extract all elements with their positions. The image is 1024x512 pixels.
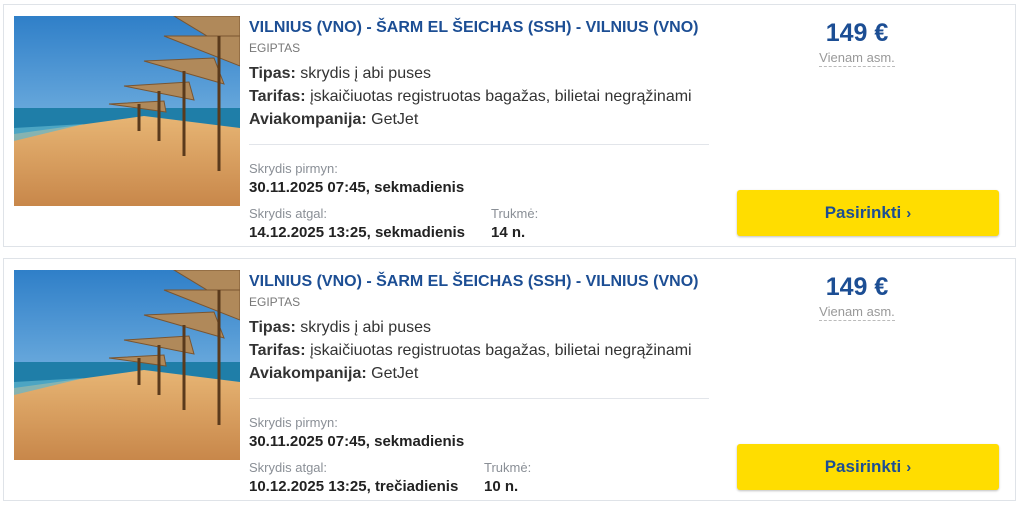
price: 149 € [825, 19, 889, 47]
fare-value: įskaičiuotas registruotas bagažas, bilie… [310, 88, 692, 105]
fare-value: įskaičiuotas registruotas bagažas, bilie… [310, 342, 692, 359]
return-value: 10.12.2025 13:25, trečiadienis [249, 478, 459, 495]
beach-image [14, 16, 240, 206]
fare-row: Tarifas: įskaičiuotas registruotas bagaž… [249, 85, 714, 108]
airline-label: Aviakompanija: [249, 111, 367, 128]
return-value: 14.12.2025 13:25, sekmadienis [249, 224, 465, 241]
outbound-label: Skrydis pirmyn: [249, 415, 338, 430]
airline-row: Aviakompanija: GetJet [249, 362, 714, 385]
outbound-flight: Skrydis pirmyn: 30.11.2025 07:45, sekmad… [249, 414, 464, 452]
offer-card: VILNIUS (VNO) - ŠARM EL ŠEICHAS (SSH) - … [3, 4, 1016, 247]
price: 149 € [825, 273, 889, 301]
airline-row: Aviakompanija: GetJet [249, 108, 714, 131]
return-flight: Skrydis atgal: 10.12.2025 13:25, trečiad… [249, 459, 458, 497]
outbound-label: Skrydis pirmyn: [249, 161, 338, 176]
duration-value: 14 n. [491, 224, 526, 241]
country-label: EGIPTAS [249, 295, 301, 309]
airline-value: GetJet [371, 111, 419, 128]
trip-type-row: Tipas: skrydis į abi puses [249, 62, 714, 85]
select-button-label: Pasirinkti [824, 203, 902, 222]
select-button[interactable]: Pasirinkti › [737, 444, 999, 490]
trip-type-value: skrydis į abi puses [300, 65, 431, 82]
airline-value: GetJet [371, 365, 419, 382]
beach-image [14, 270, 240, 460]
country-label: EGIPTAS [249, 41, 301, 55]
divider [249, 144, 709, 145]
fare-label: Tarifas: [249, 88, 306, 105]
trip-type-value: skrydis į abi puses [300, 319, 431, 336]
trip-duration: Trukmė: 14 n. [491, 205, 538, 243]
chevron-right-icon: › [906, 459, 912, 476]
outbound-value: 30.11.2025 07:45, sekmadienis [249, 433, 465, 450]
beach-photo[interactable] [14, 16, 240, 206]
trip-type-label: Tipas: [249, 65, 296, 82]
price-per-person: Vienam asm. [819, 50, 895, 67]
price-box: 149 € Vienam asm. [792, 17, 922, 67]
duration-label: Trukmė: [491, 206, 539, 221]
return-flight: Skrydis atgal: 14.12.2025 13:25, sekmadi… [249, 205, 465, 243]
duration-label: Trukmė: [484, 460, 532, 475]
outbound-flight: Skrydis pirmyn: 30.11.2025 07:45, sekmad… [249, 160, 464, 198]
route-title-link[interactable]: VILNIUS (VNO) - ŠARM EL ŠEICHAS (SSH) - … [249, 18, 714, 38]
chevron-right-icon: › [906, 205, 912, 222]
beach-photo[interactable] [14, 270, 240, 460]
duration-value: 10 n. [484, 478, 519, 495]
price-per-person: Vienam asm. [819, 304, 895, 321]
select-button[interactable]: Pasirinkti › [737, 190, 999, 236]
trip-duration: Trukmė: 10 n. [484, 459, 531, 497]
route-title-link[interactable]: VILNIUS (VNO) - ŠARM EL ŠEICHAS (SSH) - … [249, 272, 714, 292]
return-label: Skrydis atgal: [249, 206, 328, 221]
trip-type-label: Tipas: [249, 319, 296, 336]
fare-label: Tarifas: [249, 342, 306, 359]
return-label: Skrydis atgal: [249, 460, 328, 475]
outbound-value: 30.11.2025 07:45, sekmadienis [249, 179, 465, 196]
offer-card: VILNIUS (VNO) - ŠARM EL ŠEICHAS (SSH) - … [3, 258, 1016, 501]
trip-type-row: Tipas: skrydis į abi puses [249, 316, 714, 339]
airline-label: Aviakompanija: [249, 365, 367, 382]
price-box: 149 € Vienam asm. [792, 271, 922, 321]
divider [249, 398, 709, 399]
fare-row: Tarifas: įskaičiuotas registruotas bagaž… [249, 339, 714, 362]
select-button-label: Pasirinkti [824, 457, 902, 476]
